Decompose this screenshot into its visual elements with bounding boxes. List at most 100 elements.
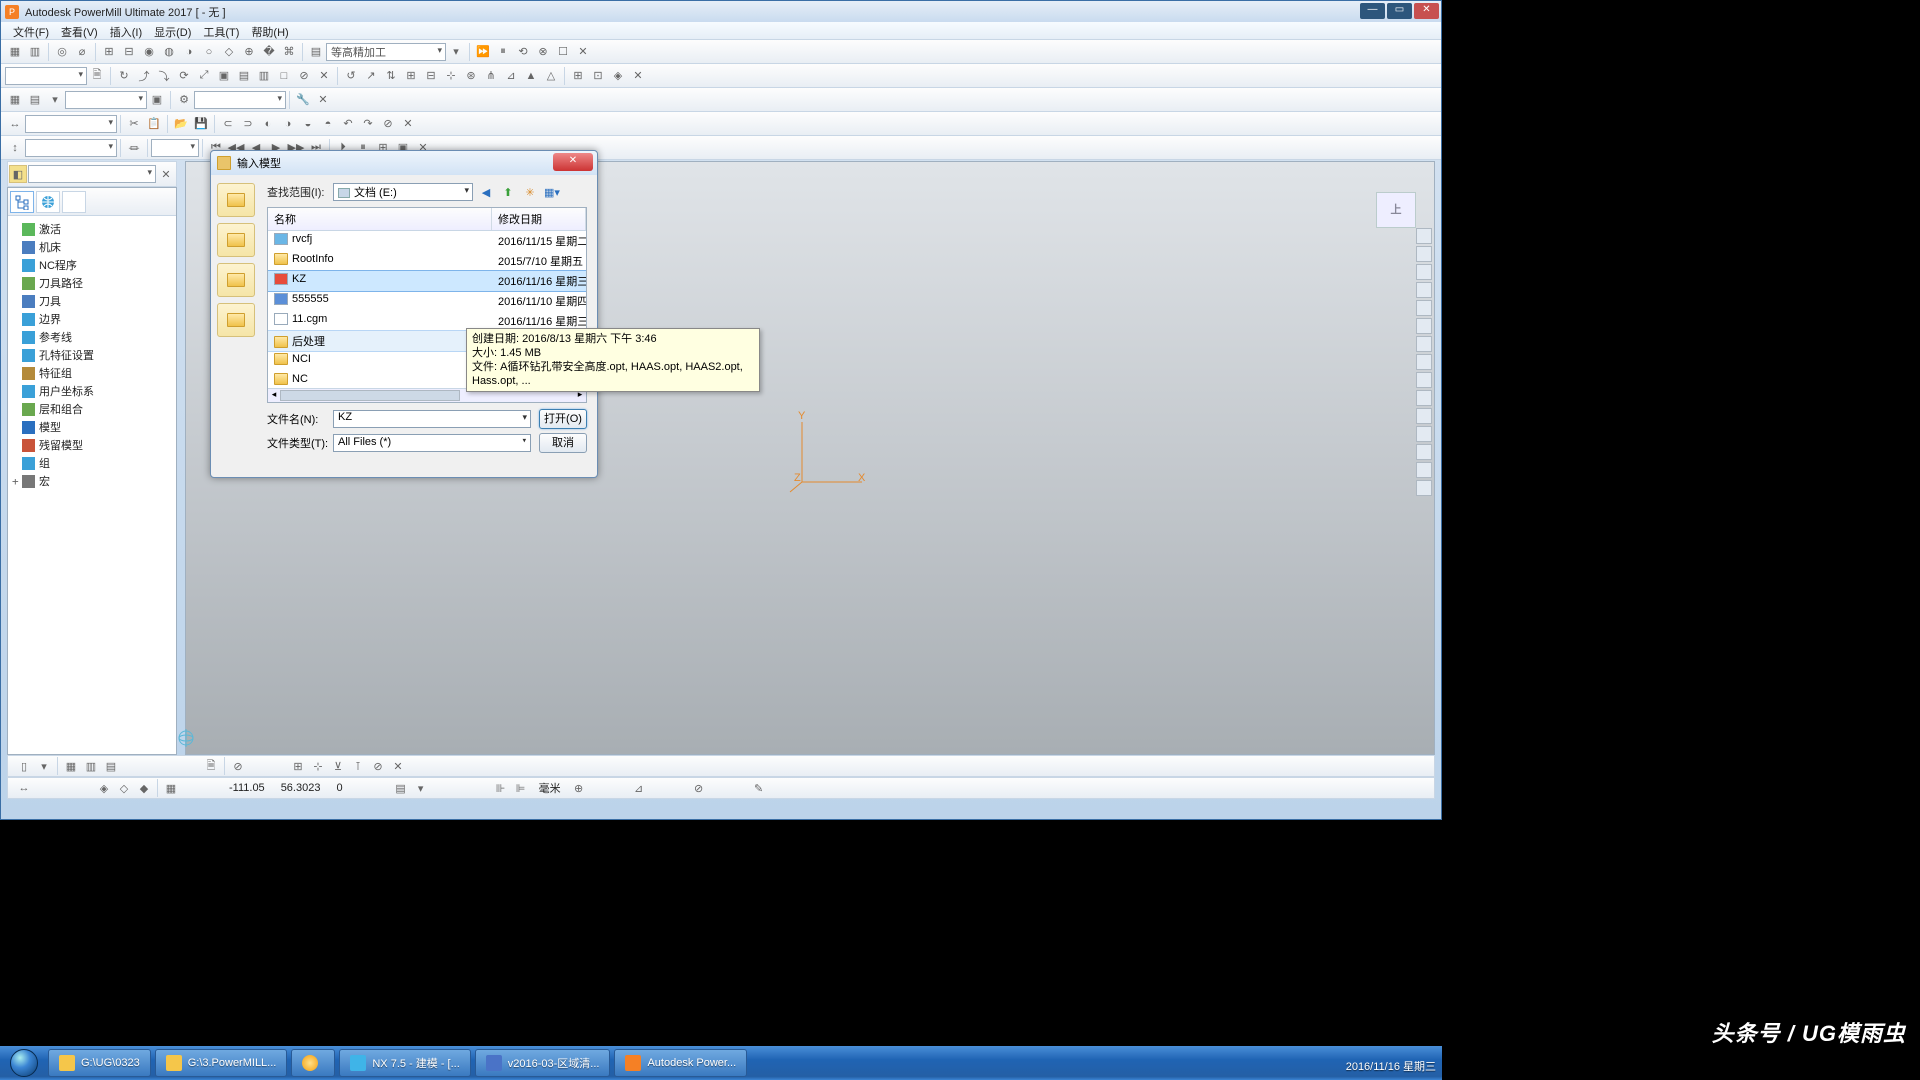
back-icon[interactable]: ◀	[477, 183, 495, 201]
rt-icon[interactable]	[1416, 444, 1432, 460]
rt-icon[interactable]	[1416, 264, 1432, 280]
sb-icon[interactable]: ⊕	[570, 779, 588, 797]
tb-icon[interactable]: △	[542, 67, 560, 85]
cancel-button[interactable]: 取消	[539, 433, 587, 453]
tree-item[interactable]: 特征组	[12, 364, 172, 382]
start-button[interactable]	[4, 1048, 44, 1078]
tb-icon[interactable]: 📋	[145, 115, 163, 133]
tb-icon[interactable]: ⊘	[379, 115, 397, 133]
dialog-titlebar[interactable]: 输入模型 ✕	[211, 151, 597, 175]
tb-icon[interactable]: 💾	[192, 115, 210, 133]
tree-item[interactable]: NC程序	[12, 256, 172, 274]
tb-icon[interactable]: 🗎	[88, 67, 106, 85]
close-button[interactable]: ✕	[1414, 3, 1439, 19]
taskbar-task[interactable]: v2016-03-区域清...	[475, 1049, 611, 1077]
rt-icon[interactable]	[1416, 336, 1432, 352]
tb-icon[interactable]: ⊗	[534, 43, 552, 61]
sb-icon[interactable]: ◇	[115, 779, 133, 797]
file-row[interactable]: 5555552016/11/10 星期四	[268, 291, 586, 311]
file-row[interactable]: KZ2016/11/16 星期三	[268, 271, 586, 291]
taskbar-task[interactable]: NX 7.5 - 建模 - [...	[339, 1049, 470, 1077]
scroll-left-icon[interactable]: ◂	[268, 389, 280, 403]
tb-icon[interactable]: ⊘	[295, 67, 313, 85]
tb-icon[interactable]: ⊂	[219, 115, 237, 133]
tree-item[interactable]: 组	[12, 454, 172, 472]
tb-icon[interactable]: ✕	[315, 67, 333, 85]
place-recent[interactable]	[217, 183, 255, 217]
tb-icon[interactable]: ▾	[447, 43, 465, 61]
tb-icon[interactable]: ▣	[148, 91, 166, 109]
tab-globe[interactable]	[36, 191, 60, 213]
combo-empty[interactable]	[65, 91, 147, 109]
tb-icon[interactable]: ⟳	[175, 67, 193, 85]
tb-icon[interactable]: ⊞	[100, 43, 118, 61]
system-tray[interactable]: 2016/11/16 星期三	[1346, 1058, 1436, 1074]
tree-item[interactable]: 机床	[12, 238, 172, 256]
tb-icon[interactable]: ⊟	[120, 43, 138, 61]
tree-item[interactable]: 刀具路径	[12, 274, 172, 292]
open-button[interactable]: 打开(O)	[539, 409, 587, 429]
sb-icon[interactable]: ▥	[82, 757, 100, 775]
tb-icon[interactable]: ▤	[26, 91, 44, 109]
tb-icon[interactable]: □	[275, 67, 293, 85]
explorer-combo[interactable]	[28, 165, 156, 183]
rt-icon[interactable]	[1416, 318, 1432, 334]
tb-icon[interactable]: ⟲	[514, 43, 532, 61]
tb-icon[interactable]: ⏩	[474, 43, 492, 61]
tree-item[interactable]: 层和组合	[12, 400, 172, 418]
tb-icon[interactable]: ▾	[46, 91, 64, 109]
sb-icon[interactable]: ▯	[15, 757, 33, 775]
sb-icon[interactable]: ◆	[135, 779, 153, 797]
tb-icon[interactable]: ☐	[554, 43, 572, 61]
menu-file[interactable]: 文件(F)	[7, 22, 55, 39]
tree-item[interactable]: 模型	[12, 418, 172, 436]
taskbar-task[interactable]: Autodesk Power...	[614, 1049, 747, 1077]
tb-icon[interactable]: ⤴	[135, 67, 153, 85]
tb-icon[interactable]: ↻	[115, 67, 133, 85]
menu-view[interactable]: 查看(V)	[55, 22, 104, 39]
tb-icon[interactable]: ⋔	[482, 67, 500, 85]
tb-icon[interactable]: ◇	[220, 43, 238, 61]
taskbar-task[interactable]: G:\UG\0323	[48, 1049, 151, 1077]
tb-icon[interactable]: ⇅	[382, 67, 400, 85]
tb-icon[interactable]: ↗	[362, 67, 380, 85]
close-icon[interactable]: ✕	[157, 165, 175, 183]
titlebar[interactable]: P Autodesk PowerMill Ultimate 2017 [ - 无…	[1, 1, 1441, 22]
tb-icon[interactable]: ⊟	[422, 67, 440, 85]
menu-help[interactable]: 帮助(H)	[245, 22, 294, 39]
combo-empty[interactable]	[25, 115, 117, 133]
rt-icon[interactable]	[1416, 300, 1432, 316]
place-documents[interactable]	[217, 263, 255, 297]
tb-icon[interactable]: ⊡	[589, 67, 607, 85]
tb-icon[interactable]: ↷	[359, 115, 377, 133]
taskbar-task[interactable]	[291, 1049, 335, 1077]
tb-icon[interactable]: ▦	[6, 91, 24, 109]
sb-icon[interactable]: ▾	[412, 779, 430, 797]
tb-icon[interactable]: ▥	[255, 67, 273, 85]
tab-tree[interactable]	[10, 191, 34, 213]
sb-icon[interactable]: ⊫	[512, 779, 530, 797]
view-cube[interactable]: 上	[1376, 192, 1416, 228]
menu-display[interactable]: 显示(D)	[148, 22, 197, 39]
rt-icon[interactable]	[1416, 372, 1432, 388]
tree-item[interactable]: 残留模型	[12, 436, 172, 454]
rt-icon[interactable]	[1416, 282, 1432, 298]
up-icon[interactable]: ⬆	[499, 183, 517, 201]
rt-icon[interactable]	[1416, 354, 1432, 370]
sb-icon[interactable]: ⊘	[369, 757, 387, 775]
file-row[interactable]: RootInfo2015/7/10 星期五 .	[268, 251, 586, 271]
sb-icon[interactable]: ⊘	[690, 779, 708, 797]
tb-icon[interactable]: �	[260, 43, 278, 61]
sb-icon[interactable]: ▦	[162, 779, 180, 797]
tb-icon[interactable]: ▣	[215, 67, 233, 85]
col-date[interactable]: 修改日期	[492, 208, 586, 230]
tree-item[interactable]: 刀具	[12, 292, 172, 310]
tab-blank[interactable]	[62, 191, 86, 213]
sb-icon[interactable]: ⊻	[329, 757, 347, 775]
taskbar-task[interactable]: G:\3.PowerMILL...	[155, 1049, 288, 1077]
tb-icon[interactable]: ✕	[399, 115, 417, 133]
tb-icon[interactable]: ◓	[319, 115, 337, 133]
sb-icon[interactable]: 🗎	[202, 757, 220, 775]
tb-icon[interactable]: ⊹	[442, 67, 460, 85]
rt-icon[interactable]	[1416, 426, 1432, 442]
